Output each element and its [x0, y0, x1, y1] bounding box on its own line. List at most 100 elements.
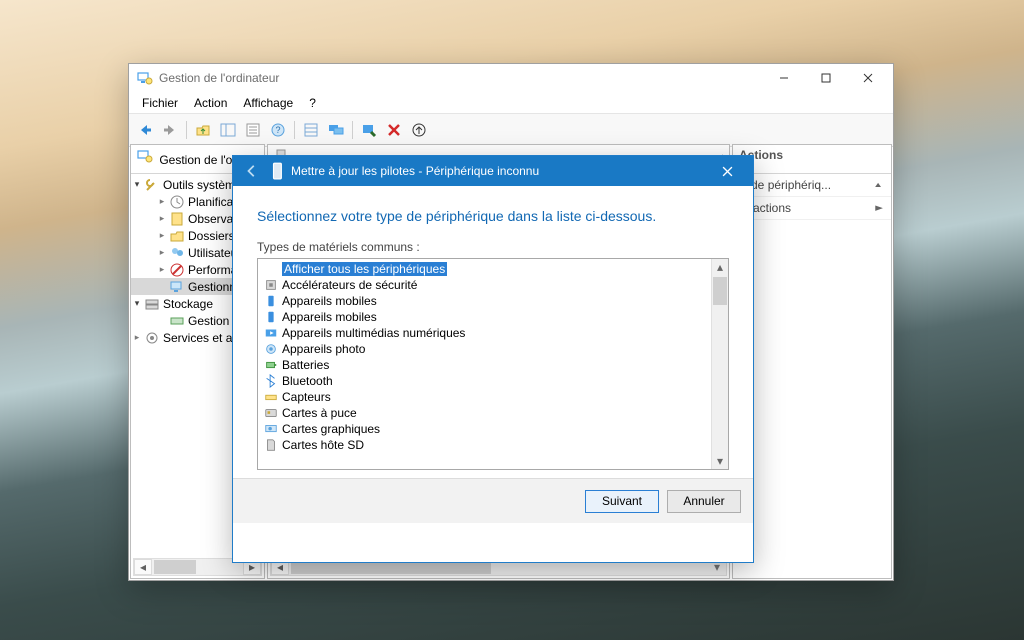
list-item[interactable]: Appareils mobiles [260, 309, 710, 325]
camera-icon [262, 341, 280, 357]
scroll-left-icon[interactable]: ◂ [134, 559, 152, 575]
tree-node-label[interactable]: Outils système [163, 178, 242, 192]
list-item[interactable]: Appareils multimédias numériques [260, 325, 710, 341]
sensor-icon [262, 389, 280, 405]
list-item[interactable]: Cartes à puce [260, 405, 710, 421]
list-item-label: Bluetooth [282, 374, 333, 388]
menubar: Fichier Action Affichage ? [129, 92, 893, 114]
scan-hardware-icon[interactable] [357, 118, 381, 142]
chevron-right-icon[interactable]: ▸ [156, 230, 168, 242]
eventviewer-icon [169, 211, 185, 227]
titlebar[interactable]: Gestion de l'ordinateur [129, 64, 893, 92]
list-item[interactable]: Batteries [260, 357, 710, 373]
list-item-label: Cartes hôte SD [282, 438, 364, 452]
dialog-titlebar[interactable]: Mettre à jour les pilotes - Périphérique… [233, 156, 753, 186]
back-icon[interactable] [239, 158, 265, 184]
properties-icon[interactable] [241, 118, 265, 142]
gpu-icon [262, 421, 280, 437]
list-item-label: Appareils multimédias numériques [282, 326, 465, 340]
minimize-button[interactable] [763, 64, 805, 92]
maximize-button[interactable] [805, 64, 847, 92]
menu-action[interactable]: Action [187, 94, 234, 112]
show-hide-tree-icon[interactable] [216, 118, 240, 142]
list-item-label: Capteurs [282, 390, 331, 404]
list-item[interactable]: Cartes hôte SD [260, 437, 710, 453]
delete-icon[interactable] [382, 118, 406, 142]
close-button[interactable] [847, 64, 889, 92]
list-item-label: Cartes à puce [282, 406, 357, 420]
device-icon [269, 162, 287, 180]
tools-icon [144, 177, 160, 193]
scheduler-icon [169, 194, 185, 210]
chevron-right-icon[interactable]: ▸ [156, 213, 168, 225]
chevron-up-icon: ▲ [873, 181, 883, 189]
services-icon [144, 330, 160, 346]
help-icon[interactable]: ? [266, 118, 290, 142]
actions-panel: Actions e de périphériq... ▲ actions ▶ [732, 144, 892, 579]
up-folder-icon[interactable] [191, 118, 215, 142]
smartcard-icon [262, 405, 280, 421]
actions-item-label: actions [753, 201, 791, 215]
mobile-icon [262, 309, 280, 325]
dialog-title: Mettre à jour les pilotes - Périphérique… [291, 164, 539, 178]
list-item[interactable]: Capteurs [260, 389, 710, 405]
vertical-scrollbar[interactable]: ▴ ▾ [711, 259, 728, 469]
chip-icon [262, 277, 280, 293]
chevron-right-icon[interactable]: ▸ [156, 196, 168, 208]
menu-view[interactable]: Affichage [236, 94, 300, 112]
list-item-label: Appareils mobiles [282, 294, 377, 308]
dialog-subheading: Types de matériels communs : [257, 240, 729, 254]
list-item-label: Accélérateurs de sécurité [282, 278, 417, 292]
chevron-right-icon[interactable]: ▸ [156, 264, 168, 276]
tree-node-label[interactable]: Services et ap [163, 331, 239, 345]
scroll-down-icon[interactable]: ▾ [713, 453, 727, 469]
list-item[interactable]: Appareils mobiles [260, 293, 710, 309]
list-item[interactable]: Afficher tous les périphériques [260, 261, 710, 277]
close-icon[interactable] [707, 158, 747, 184]
sd-icon [262, 437, 280, 453]
battery-icon [262, 357, 280, 373]
chevron-right-icon[interactable]: ▸ [131, 332, 143, 344]
app-icon [137, 70, 153, 86]
scroll-up-icon[interactable]: ▴ [713, 259, 727, 275]
list-item-label: Appareils mobiles [282, 310, 377, 324]
dialog-body: Sélectionnez votre type de périphérique … [233, 186, 753, 478]
app-icon [137, 148, 153, 164]
chevron-down-icon[interactable]: ▾ [131, 179, 143, 191]
performance-icon [169, 262, 185, 278]
chevron-down-icon[interactable]: ▾ [131, 298, 143, 310]
chevron-right-icon: ▶ [875, 204, 883, 212]
list-item[interactable]: Bluetooth [260, 373, 710, 389]
scroll-thumb[interactable] [713, 277, 727, 305]
blank-icon [262, 261, 280, 277]
list-item[interactable]: Appareils photo [260, 341, 710, 357]
tree-node-label[interactable]: Stockage [163, 297, 213, 311]
mobile-icon [262, 293, 280, 309]
media-icon [262, 325, 280, 341]
hardware-type-listbox[interactable]: Afficher tous les périphériquesAccélérat… [257, 258, 729, 470]
list-item[interactable]: Cartes graphiques [260, 421, 710, 437]
dialog-footer: Suivant Annuler [233, 478, 753, 523]
cancel-button[interactable]: Annuler [667, 490, 741, 513]
chevron-right-icon[interactable]: ▸ [156, 247, 168, 259]
menu-help[interactable]: ? [302, 94, 323, 112]
dialog-heading: Sélectionnez votre type de périphérique … [257, 208, 729, 224]
back-icon[interactable] [133, 118, 157, 142]
next-button[interactable]: Suivant [585, 490, 659, 513]
list-item[interactable]: Accélérateurs de sécurité [260, 277, 710, 293]
menu-file[interactable]: Fichier [135, 94, 185, 112]
list-item-label: Cartes graphiques [282, 422, 380, 436]
forward-icon[interactable] [158, 118, 182, 142]
bluetooth-icon [262, 373, 280, 389]
list-view-icon[interactable] [299, 118, 323, 142]
list-item-label: Appareils photo [282, 342, 365, 356]
update-driver-icon[interactable] [407, 118, 431, 142]
blank [156, 315, 168, 327]
disk-mgmt-icon [169, 313, 185, 329]
actions-item[interactable]: e de périphériq... ▲ [733, 174, 891, 197]
users-icon [169, 245, 185, 261]
actions-item-label: e de périphériq... [741, 178, 831, 192]
actions-header: Actions [733, 145, 891, 174]
monitors-icon[interactable] [324, 118, 348, 142]
actions-item[interactable]: actions ▶ [733, 197, 891, 220]
